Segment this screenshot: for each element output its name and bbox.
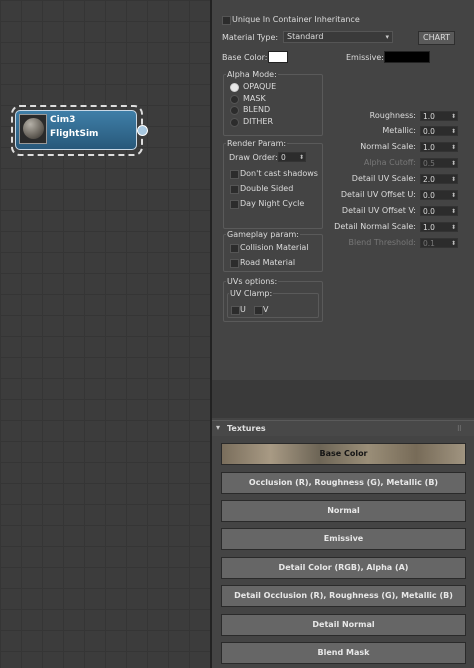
- day-night-cycle-checkbox[interactable]: [230, 200, 239, 209]
- alpha-blend-label: BLEND: [243, 105, 271, 114]
- draw-order-value: 0: [281, 153, 286, 162]
- emissive-label: Emissive:: [346, 53, 384, 62]
- chart-button[interactable]: CHART: [418, 31, 455, 45]
- orm-texture-button[interactable]: Occlusion (R), Roughness (G), Metallic (…: [221, 472, 466, 494]
- roughness-spinner[interactable]: 1.0 ⬍: [420, 111, 458, 121]
- base-color-texture-button[interactable]: Base Color: [221, 443, 466, 465]
- detail-uv-offset-u-value: 0.0: [423, 191, 435, 200]
- alpha-blend-radio[interactable]: [230, 106, 239, 115]
- alpha-cutoff-value: 0.5: [423, 159, 435, 168]
- chevron-down-icon: ▾: [385, 33, 389, 41]
- emissive-color-swatch[interactable]: [384, 51, 430, 63]
- render-param-title: Render Param:: [226, 139, 288, 148]
- spinner-arrows-icon: ⬍: [450, 160, 456, 167]
- detail-uv-offset-u-label: Detail UV Offset U:: [340, 190, 416, 199]
- metallic-spinner[interactable]: 0.0 ⬍: [420, 126, 458, 136]
- material-type-value: Standard: [287, 32, 324, 41]
- rollout-separator: [212, 380, 474, 418]
- textures-title: Textures: [227, 424, 266, 433]
- spinner-arrows-icon[interactable]: ⬍: [451, 143, 456, 152]
- node-title-line1: Cim3: [50, 115, 76, 125]
- detail-uv-scale-spinner[interactable]: 2.0 ⬍: [420, 174, 458, 184]
- spinner-arrows-icon[interactable]: ⬍: [451, 191, 456, 200]
- spinner-arrows-icon[interactable]: ⬍: [451, 223, 456, 232]
- base-color-label: Base Color:: [222, 53, 268, 62]
- roughness-label: Roughness:: [369, 111, 416, 120]
- double-sided-label: Double Sided: [240, 184, 294, 193]
- node-output-socket[interactable]: [137, 125, 148, 136]
- road-material-label: Road Material: [240, 258, 296, 267]
- material-type-select[interactable]: Standard ▾: [283, 31, 393, 43]
- detail-uv-scale-label: Detail UV Scale:: [351, 174, 416, 183]
- uv-options-title: UVs options:: [226, 277, 279, 286]
- uv-clamp-v-checkbox[interactable]: [254, 306, 263, 315]
- blend-threshold-spinner: 0.1 ⬍: [420, 238, 458, 248]
- uv-clamp-u-label: U: [240, 305, 246, 314]
- unique-in-container-checkbox[interactable]: [222, 16, 231, 25]
- blend-mask-texture-button[interactable]: Blend Mask: [221, 642, 466, 664]
- alpha-cutoff-label: Alpha Cutoff:: [363, 158, 416, 167]
- spinner-arrows-icon: ⬍: [450, 240, 456, 247]
- detail-normal-scale-value: 1.0: [423, 223, 435, 232]
- alpha-opaque-label: OPAQUE: [243, 82, 277, 91]
- road-material-checkbox[interactable]: [230, 259, 239, 268]
- alpha-mask-radio[interactable]: [230, 95, 239, 104]
- alpha-mask-label: MASK: [243, 94, 266, 103]
- detail-uv-offset-v-label: Detail UV Offset V:: [341, 206, 416, 215]
- alpha-dither-radio[interactable]: [230, 118, 239, 127]
- detail-normal-texture-button[interactable]: Detail Normal: [221, 614, 466, 636]
- alpha-cutoff-spinner: 0.5 ⬍: [420, 158, 458, 168]
- uv-clamp-title: UV Clamp:: [229, 289, 274, 298]
- metallic-value: 0.0: [423, 127, 435, 136]
- emissive-texture-button[interactable]: Emissive: [221, 528, 466, 550]
- rollout-grip-icon[interactable]: ⠿: [457, 425, 462, 433]
- day-night-cycle-label: Day Night Cycle: [240, 199, 305, 208]
- spinner-arrows-icon[interactable]: ⬍: [451, 127, 456, 136]
- unique-in-container-label: Unique In Container Inheritance: [232, 15, 360, 24]
- material-type-label: Material Type:: [222, 33, 279, 42]
- material-node-view[interactable]: [0, 0, 210, 668]
- normal-texture-button[interactable]: Normal: [221, 500, 466, 522]
- detail-uv-offset-v-spinner[interactable]: 0.0 ⬍: [420, 206, 458, 216]
- alpha-mode-title: Alpha Mode:: [226, 70, 278, 79]
- detail-uv-offset-u-spinner[interactable]: 0.0 ⬍: [420, 190, 458, 200]
- alpha-opaque-radio[interactable]: [230, 83, 239, 92]
- material-sphere-icon: [23, 118, 44, 139]
- detail-uv-offset-v-value: 0.0: [423, 207, 435, 216]
- node-title-line2: FlightSim: [50, 129, 99, 139]
- material-node[interactable]: Cim3 FlightSim: [15, 110, 137, 150]
- draw-order-label: Draw Order:: [229, 153, 278, 162]
- gameplay-param-title: Gameplay param:: [226, 230, 300, 239]
- uv-clamp-u-checkbox[interactable]: [231, 306, 240, 315]
- detail-normal-scale-spinner[interactable]: 1.0 ⬍: [420, 222, 458, 232]
- detail-uv-scale-value: 2.0: [423, 175, 435, 184]
- collision-material-checkbox[interactable]: [230, 244, 239, 253]
- triangle-down-icon[interactable]: ▾: [216, 423, 220, 432]
- base-color-swatch[interactable]: [268, 51, 288, 63]
- spinner-arrows-icon[interactable]: ⬍: [451, 175, 456, 184]
- metallic-label: Metallic:: [382, 126, 416, 135]
- spinner-arrows-icon[interactable]: ⬍: [451, 112, 456, 121]
- uv-clamp-v-label: V: [263, 305, 269, 314]
- detail-orm-texture-button[interactable]: Detail Occlusion (R), Roughness (G), Met…: [221, 585, 466, 607]
- normal-scale-value: 1.0: [423, 143, 435, 152]
- textures-rollout-header[interactable]: ▾ Textures ⠿: [212, 420, 474, 436]
- alpha-dither-label: DITHER: [243, 117, 274, 126]
- normal-scale-label: Normal Scale:: [360, 142, 416, 151]
- material-preview-thumbnail: [19, 114, 47, 144]
- blend-threshold-value: 0.1: [423, 239, 435, 248]
- roughness-value: 1.0: [423, 112, 435, 121]
- dont-cast-shadows-checkbox[interactable]: [230, 170, 239, 179]
- detail-color-texture-button[interactable]: Detail Color (RGB), Alpha (A): [221, 557, 466, 579]
- spinner-arrows-icon[interactable]: ⬍: [451, 207, 456, 216]
- detail-normal-scale-label: Detail Normal Scale:: [334, 222, 416, 231]
- normal-scale-spinner[interactable]: 1.0 ⬍: [420, 142, 458, 152]
- blend-threshold-label: Blend Threshold:: [348, 238, 416, 247]
- double-sided-checkbox[interactable]: [230, 185, 239, 194]
